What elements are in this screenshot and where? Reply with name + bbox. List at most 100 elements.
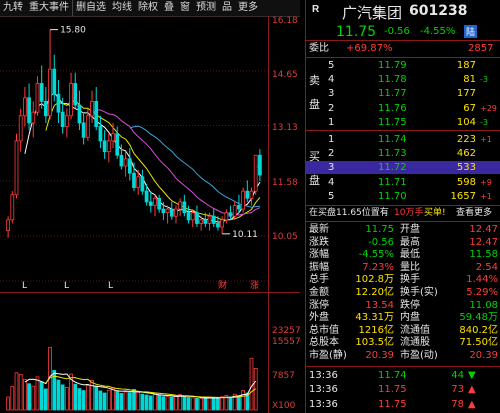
candle-body (60, 111, 65, 127)
volume-bar (136, 391, 141, 411)
toolbar-item[interactable]: 除权 (135, 0, 161, 16)
candle (165, 205, 170, 224)
bid-volume: 462 (456, 148, 476, 160)
bid-row[interactable]: 2 11.73 462 (306, 147, 500, 160)
volume-bar (211, 397, 216, 411)
candle-body (211, 215, 216, 224)
toolbar-item[interactable]: 均线 (109, 0, 135, 16)
candle-body (18, 115, 23, 142)
tick-volume: 78 (451, 398, 464, 410)
stock-title-row: R 广汽集团 601238 (306, 0, 500, 22)
price-axis-label: 13.13 (272, 123, 298, 133)
divider (306, 57, 500, 58)
candle-body (90, 101, 94, 117)
stat-row: 最新 11.75 开盘 12.47 (306, 223, 500, 236)
stat-label: 市盈(动) (400, 350, 438, 361)
bid-level: 1 (328, 134, 335, 145)
toolbar-item[interactable]: 品 (219, 0, 235, 16)
bid-row[interactable]: 4 11.71 598 +9 (306, 176, 500, 189)
candle-body (216, 223, 220, 228)
candle-body (115, 133, 120, 156)
stat-value: 13.54 (365, 299, 394, 311)
toolbar-item[interactable]: 重大事件 (26, 0, 72, 16)
stat-label: 总手 (309, 274, 329, 286)
bid-price: 11.70 (378, 190, 407, 202)
stat-label: 最低 (400, 249, 420, 261)
candle-body (253, 154, 258, 192)
volume-bar (115, 391, 120, 411)
toolbar-item[interactable]: 窗 (177, 0, 193, 16)
ask-volume: 177 (456, 88, 476, 100)
volume-bar (14, 372, 19, 411)
candle-body (228, 212, 233, 217)
stat-label: 外盘 (309, 312, 329, 324)
pending-action: 买单! (424, 208, 446, 218)
stat-value: 1216亿 (358, 324, 394, 336)
ask-change: -3 (480, 75, 488, 85)
toolbar-item[interactable]: 删自选 (72, 0, 109, 16)
bid-row[interactable]: 3 11.72 533 (306, 161, 500, 175)
candle-body (85, 115, 90, 138)
candle (148, 191, 153, 213)
volume-bar (182, 395, 187, 411)
sell-label-2: 盘 (309, 99, 320, 111)
stat-label: 流通股 (400, 337, 430, 349)
volume-bar (220, 396, 224, 411)
tick-time: 13:36 (309, 370, 338, 381)
ask-volume: 67 (463, 102, 476, 114)
candle-body (64, 115, 69, 127)
candle-body (174, 208, 178, 217)
candle-body (178, 201, 183, 210)
candle-body (69, 83, 73, 117)
bid-row[interactable]: 1 11.74 223 +1 (306, 133, 500, 146)
tick-row: 13:36 11.75 73 ▲ (306, 383, 500, 396)
connect-badge[interactable]: 陆 (464, 25, 478, 38)
candle-body (10, 194, 15, 221)
candle (178, 198, 183, 217)
candle-body (245, 190, 250, 199)
stat-row: 总股本 103.5亿 流通股 71.50亿 (306, 336, 500, 349)
toolbar-item[interactable]: 叠 (161, 0, 177, 16)
candle (127, 148, 132, 181)
ask-volume: 187 (456, 60, 476, 71)
toolbar-item[interactable]: 更多 (235, 0, 261, 16)
volume-bar (90, 380, 94, 411)
bid-change: +1 (480, 191, 492, 201)
candle (48, 29, 52, 120)
chart-markers: 15.80 10.11 L L L 财 涨 (22, 26, 259, 291)
volume-bar (73, 383, 78, 411)
candle-body (111, 133, 115, 142)
candle-body (249, 190, 254, 199)
ask-row[interactable]: 3 11.77 177 (306, 87, 500, 100)
candle-body (27, 97, 31, 124)
ask-change: +29 (480, 103, 497, 113)
stat-value: 20.39 (469, 350, 498, 361)
volume-bar (64, 386, 69, 411)
volume-bar (94, 385, 99, 411)
candle-body (232, 205, 237, 217)
ask-row[interactable]: 4 11.78 81 -3 (306, 73, 500, 86)
ask-row[interactable]: 1 11.75 104 -3 (306, 116, 500, 129)
bid-price: 11.72 (378, 162, 407, 174)
tick-time: 13:36 (309, 398, 338, 410)
ask-level: 3 (328, 88, 335, 100)
volume-bar (207, 396, 212, 411)
candle (56, 79, 61, 123)
ask-price: 11.79 (378, 60, 407, 71)
candle-body (190, 212, 195, 221)
candle-body (203, 219, 208, 224)
view-more-link[interactable]: 查看更多 (456, 207, 492, 220)
volume-bar (157, 395, 162, 411)
ask-level: 5 (328, 60, 335, 71)
volume-axis-label: 7857 (272, 371, 295, 381)
kline-chart[interactable]: 15.80 10.11 L L L 财 涨 (0, 16, 268, 413)
candle-body (123, 158, 128, 167)
bid-row[interactable]: 5 11.70 1657 +1 (306, 190, 500, 203)
stat-value: 1.44% (466, 274, 498, 286)
ask-row[interactable]: 2 11.76 67 +29 (306, 102, 500, 115)
ask-row[interactable]: 5 11.79 187 (306, 59, 500, 72)
toolbar-item[interactable]: 预测 (193, 0, 219, 16)
stat-row: 总市值 1216亿 流通值 840.2亿 (306, 324, 500, 337)
tick-row: 13:36 11.75 78 ▲ (306, 398, 500, 411)
toolbar-item[interactable]: 九转 (0, 0, 26, 16)
